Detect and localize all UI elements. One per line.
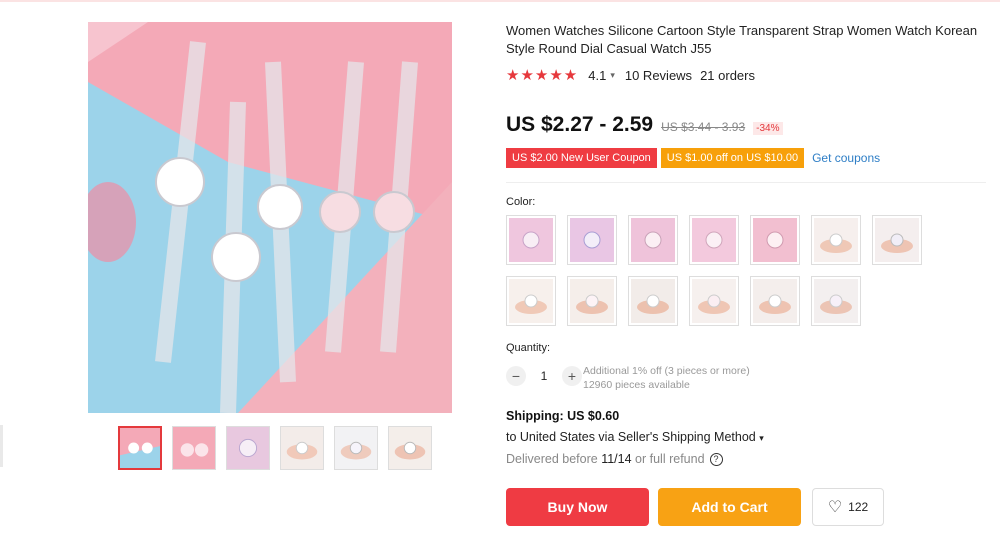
top-border (0, 0, 1000, 2)
reviews-link[interactable]: 10 Reviews (625, 68, 692, 83)
rating-score[interactable]: 4.1 (588, 68, 606, 83)
delivery-date: 11/14 (601, 452, 632, 466)
color-option-3[interactable] (628, 215, 678, 265)
quantity-label: Quantity: (506, 342, 551, 354)
shipping-method[interactable]: to United States via Seller's Shipping M… (506, 430, 764, 444)
main-product-image[interactable] (88, 22, 452, 413)
help-icon[interactable]: ? (709, 453, 723, 467)
quantity-note: Additional 1% off (3 pieces or more) 129… (583, 364, 750, 392)
product-title: Women Watches Silicone Cartoon Style Tra… (506, 23, 978, 56)
rating-row: ★★★★★ 4.1 ▾ 10 Reviews 21 orders (506, 66, 755, 84)
scroll-edge (0, 425, 3, 467)
color-swatches (506, 215, 936, 326)
add-to-cart-button[interactable]: Add to Cart (658, 488, 801, 526)
color-option-11[interactable] (689, 276, 739, 326)
color-option-5[interactable] (750, 215, 800, 265)
thumbnail-1[interactable] (118, 426, 162, 470)
chevron-down-icon: ▾ (759, 433, 764, 443)
delivery-prefix: Delivered before (506, 452, 598, 466)
buy-now-button[interactable]: Buy Now (506, 488, 649, 526)
quantity-stepper: − 1 + (506, 366, 582, 386)
thumbnail-4[interactable] (280, 426, 324, 470)
delivery-suffix: or full refund (635, 452, 705, 466)
shipping-method-text: to United States via Seller's Shipping M… (506, 430, 756, 444)
shipping-cost: Shipping: US $0.60 (506, 409, 620, 423)
get-coupons-link[interactable]: Get coupons (812, 151, 880, 165)
color-option-4[interactable] (689, 215, 739, 265)
color-option-8[interactable] (506, 276, 556, 326)
color-option-9[interactable] (567, 276, 617, 326)
discount-badge: -34% (753, 122, 783, 135)
color-option-12[interactable] (750, 276, 800, 326)
quantity-value[interactable]: 1 (526, 369, 562, 383)
thumbnail-5[interactable] (334, 426, 378, 470)
store-coupon[interactable]: US $1.00 off on US $10.00 (660, 148, 805, 168)
color-option-7[interactable] (872, 215, 922, 265)
color-option-10[interactable] (628, 276, 678, 326)
quantity-minus-button[interactable]: − (506, 366, 526, 386)
quantity-plus-button[interactable]: + (562, 366, 582, 386)
thumbnail-6[interactable] (388, 426, 432, 470)
delivery-estimate: Delivered before 11/14 or full refund? (506, 452, 723, 467)
wishlist-count: 122 (848, 500, 869, 514)
orders-count: 21 orders (700, 67, 755, 83)
bulk-discount-note: Additional 1% off (3 pieces or more) (583, 365, 750, 377)
color-option-13[interactable] (811, 276, 861, 326)
color-option-6[interactable] (811, 215, 861, 265)
original-price: US $3.44 - 3.93 (661, 120, 746, 134)
thumbnail-3[interactable] (226, 426, 270, 470)
color-option-2[interactable] (567, 215, 617, 265)
rating-stars: ★★★★★ (506, 67, 579, 84)
color-option-1[interactable] (506, 215, 556, 265)
thumbnail-strip (118, 426, 432, 470)
coupon-row: US $2.00 New User Coupon US $1.00 off on… (506, 148, 880, 168)
chevron-down-icon[interactable]: ▾ (610, 70, 615, 81)
wishlist-button[interactable]: ♡ 122 (812, 488, 884, 526)
heart-icon: ♡ (827, 499, 843, 516)
divider (506, 182, 986, 183)
stock-available: 12960 pieces available (583, 379, 690, 391)
color-label: Color: (506, 196, 536, 208)
price-row: US $2.27 - 2.59 US $3.44 - 3.93 -34% (506, 113, 783, 137)
thumbnail-2[interactable] (172, 426, 216, 470)
new-user-coupon[interactable]: US $2.00 New User Coupon (506, 148, 657, 168)
current-price: US $2.27 - 2.59 (506, 113, 654, 136)
